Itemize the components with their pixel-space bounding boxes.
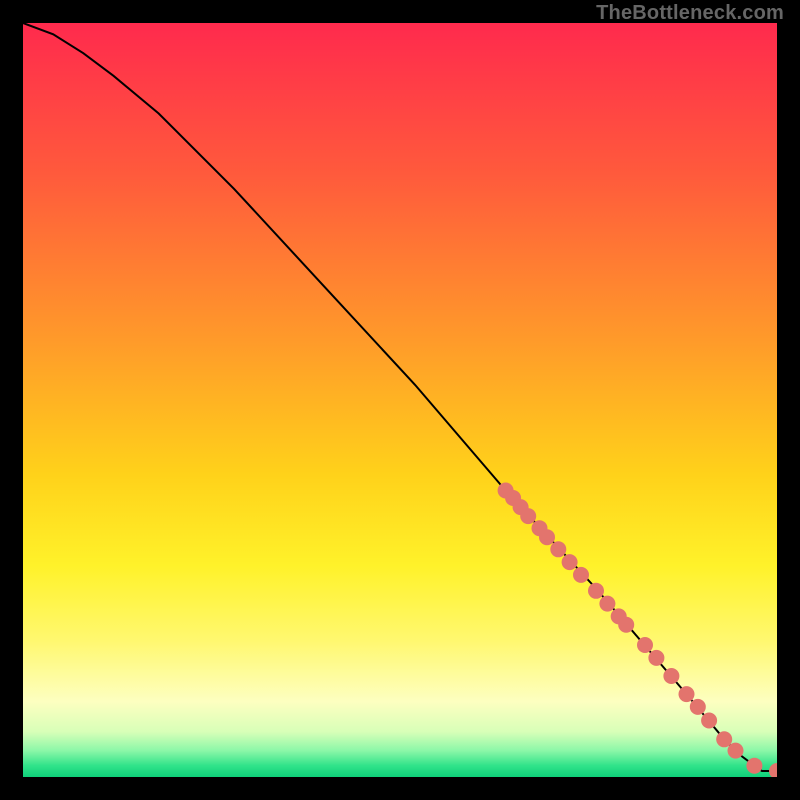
data-point (562, 554, 578, 570)
data-point (637, 637, 653, 653)
data-point (663, 668, 679, 684)
data-point (701, 713, 717, 729)
gradient-background (23, 23, 777, 777)
plot-area (23, 23, 777, 777)
data-point (550, 541, 566, 557)
data-point (599, 596, 615, 612)
data-point (588, 583, 604, 599)
data-point (746, 758, 762, 774)
data-point (618, 617, 634, 633)
watermark-text: TheBottleneck.com (596, 2, 784, 25)
data-point (679, 686, 695, 702)
data-point (716, 731, 732, 747)
chart-stage: TheBottleneck.com (0, 0, 800, 800)
data-point (573, 567, 589, 583)
chart-svg (23, 23, 777, 777)
data-point (728, 743, 744, 759)
data-point (520, 508, 536, 524)
data-point (690, 699, 706, 715)
data-point (648, 650, 664, 666)
data-point (539, 529, 555, 545)
